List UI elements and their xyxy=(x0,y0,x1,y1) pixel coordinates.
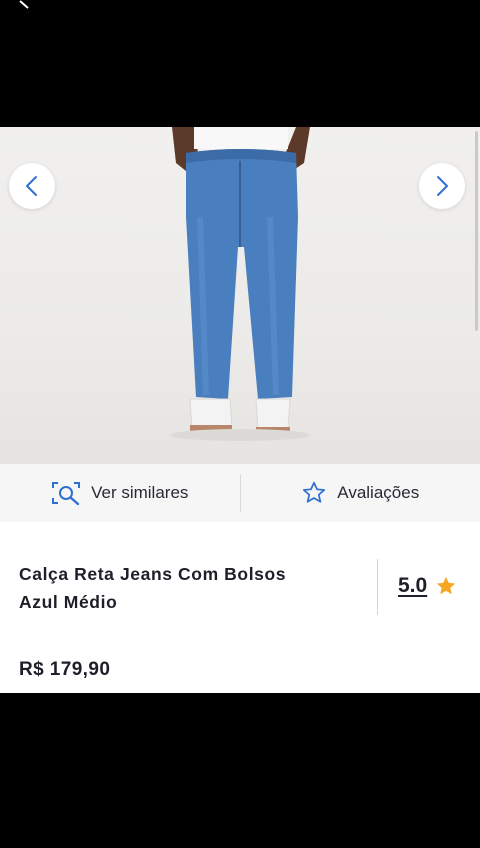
info-divider xyxy=(377,559,378,615)
bottom-area xyxy=(0,693,480,848)
reviews-button[interactable]: Avaliações xyxy=(241,464,480,522)
product-info: Calça Reta Jeans Com Bolsos Azul Médio 5… xyxy=(0,522,480,693)
reviews-label: Avaliações xyxy=(337,483,420,502)
product-title: Calça Reta Jeans Com Bolsos Azul Médio xyxy=(19,560,359,616)
image-scroll-indicator xyxy=(475,131,478,331)
chevron-left-icon xyxy=(26,176,37,196)
rating-value: 5.0 xyxy=(398,574,428,597)
star-filled-icon xyxy=(437,576,456,595)
jeans-photo xyxy=(170,127,310,441)
product-title-line-2: Azul Médio xyxy=(19,592,118,612)
product-image[interactable] xyxy=(0,127,480,464)
product-actions-bar: Ver similares Avaliações xyxy=(0,464,480,522)
visual-search-icon xyxy=(52,482,81,506)
next-image-button[interactable] xyxy=(419,163,465,209)
chevron-right-icon xyxy=(437,176,448,196)
product-price: R$ 179,90 xyxy=(19,659,111,680)
previous-image-button[interactable] xyxy=(9,163,55,209)
similar-products-button[interactable]: Ver similares xyxy=(0,464,240,522)
product-title-line-1: Calça Reta Jeans Com Bolsos xyxy=(19,564,287,584)
product-rating[interactable]: 5.0 xyxy=(398,574,457,598)
similar-label: Ver similares xyxy=(91,483,189,502)
status-area xyxy=(0,0,480,127)
star-outline-icon xyxy=(303,481,326,503)
back-arrow-icon[interactable] xyxy=(18,0,32,10)
